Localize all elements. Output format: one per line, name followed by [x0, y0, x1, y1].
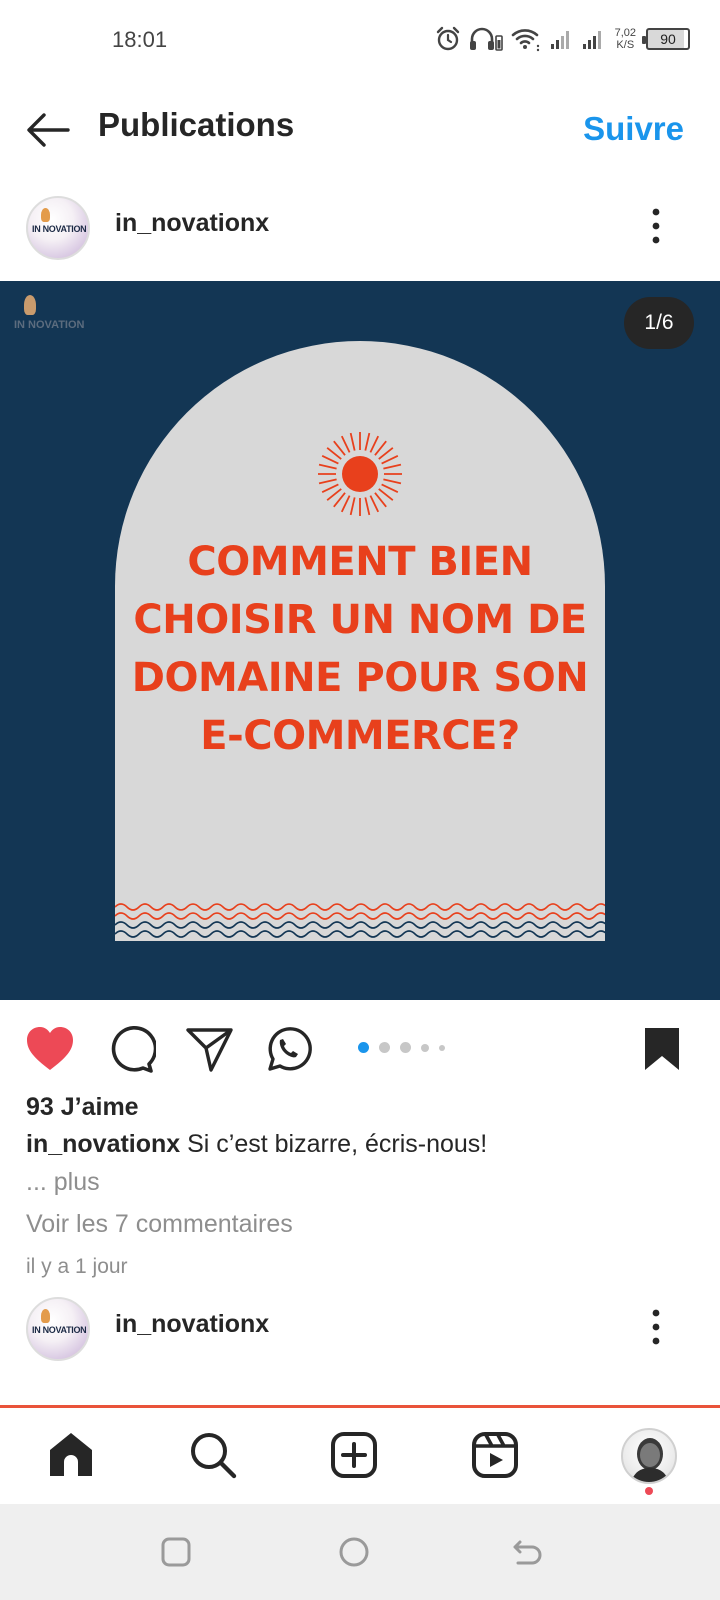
post-header: IN NOVATION in_novationx: [0, 186, 720, 266]
signal-icon: [550, 31, 569, 49]
sun-ray: [383, 478, 402, 485]
carousel-indicator: [358, 1042, 445, 1053]
view-comments-link[interactable]: Voir les 7 commentaires: [26, 1210, 293, 1239]
search-icon[interactable]: [186, 1428, 240, 1482]
carousel-dot: [400, 1042, 411, 1053]
bottom-navigation: [0, 1408, 720, 1504]
sun-ray: [381, 454, 399, 465]
sun-ray: [321, 483, 339, 494]
alarm-icon: [436, 26, 459, 51]
post-image[interactable]: IN NOVATION 1/6 COMMENT BIEN CHOISIR UN …: [0, 281, 720, 1000]
sun-ray: [349, 432, 356, 451]
reels-icon[interactable]: [468, 1428, 522, 1482]
signal-icon: [582, 31, 601, 49]
sun-ray: [364, 497, 371, 516]
carousel-dot: [358, 1042, 369, 1053]
wave-decoration: [115, 903, 605, 938]
sun-ray: [349, 497, 356, 516]
post-action-bar: [0, 1000, 720, 1096]
carousel-dot: [379, 1042, 390, 1053]
sun-ray: [340, 495, 351, 513]
sun-ray: [326, 447, 342, 460]
next-post-header: IN NOVATION in_novationx: [0, 1287, 720, 1367]
headline-line: CHOISIR UN NOM DE: [133, 597, 587, 643]
avatar-logo-text: IN NOVATION: [32, 1325, 87, 1335]
slide-counter: 1/6: [624, 297, 694, 349]
headline-line: DOMAINE POUR SON: [131, 655, 589, 701]
caption-username[interactable]: in_novationx: [26, 1130, 180, 1158]
network-speed-value: 7,02: [614, 27, 636, 39]
caption-text: Si c’est bizarre, écris-nous!: [180, 1130, 488, 1158]
carousel-dot: [439, 1044, 445, 1051]
post-headline: COMMENT BIEN CHOISIR UN NOM DE DOMAINE P…: [115, 533, 605, 765]
headline-line: COMMENT BIEN: [187, 539, 533, 585]
lightbulb-logo-icon: [24, 295, 36, 315]
post-timestamp: il y a 1 jour: [26, 1255, 128, 1278]
sun-ray: [318, 478, 337, 485]
whatsapp-icon[interactable]: [262, 1024, 314, 1074]
lightbulb-logo-icon: [41, 1309, 50, 1323]
network-speed: 7,02 K/S: [615, 27, 636, 51]
sun-ray: [340, 435, 351, 453]
sun-ray: [378, 488, 394, 501]
status-bar: 18:01 7,02 K/S 90: [0, 0, 720, 80]
back-icon[interactable]: [510, 1534, 546, 1570]
post-username[interactable]: in_novationx: [115, 1310, 269, 1339]
carousel-dot: [421, 1043, 429, 1052]
comment-icon[interactable]: [104, 1024, 156, 1074]
arrow-left-icon[interactable]: [24, 106, 72, 154]
page-title: Publications: [98, 106, 295, 143]
profile-avatar[interactable]: [621, 1428, 677, 1484]
app-header: Publications Suivre: [0, 80, 720, 178]
sun-ray: [378, 447, 394, 460]
home-icon[interactable]: [44, 1428, 98, 1482]
sun-ray: [374, 440, 387, 456]
status-icons: 7,02 K/S 90: [435, 24, 690, 54]
avatar-logo-text: IN NOVATION: [32, 224, 87, 234]
network-speed-unit: K/S: [616, 39, 635, 51]
more-options-icon[interactable]: [644, 202, 668, 250]
lightbulb-logo-icon: [41, 208, 50, 222]
android-navigation-bar: [0, 1504, 720, 1600]
post-caption: in_novationx Si c’est bizarre, écris-nou…: [26, 1130, 487, 1159]
heart-icon[interactable]: [24, 1024, 76, 1074]
sun-ray: [383, 463, 402, 470]
watermark-text: IN NOVATION: [14, 319, 85, 331]
sun-ray: [321, 454, 339, 465]
avatar[interactable]: IN NOVATION: [26, 1297, 90, 1361]
battery-icon: 90: [642, 28, 690, 50]
sun-ray: [369, 495, 380, 513]
post-username[interactable]: in_novationx: [115, 209, 269, 238]
arch-card: COMMENT BIEN CHOISIR UN NOM DE DOMAINE P…: [115, 341, 605, 941]
sun-ray: [381, 483, 399, 494]
battery-level: 90: [660, 31, 676, 47]
sun-ray: [326, 488, 342, 501]
home-circle-icon[interactable]: [336, 1534, 372, 1570]
sun-ray: [369, 435, 380, 453]
sun-ray: [364, 432, 371, 451]
sun-icon: [318, 432, 402, 516]
recents-icon[interactable]: [158, 1534, 194, 1570]
headline-line: E-COMMERCE?: [200, 713, 520, 759]
profile-photo: [631, 1438, 669, 1482]
sun-ray: [318, 463, 337, 470]
sun-ray: [333, 492, 346, 508]
share-icon[interactable]: [184, 1024, 236, 1074]
sun-ray: [333, 440, 346, 456]
sun-core: [342, 456, 378, 492]
likes-count[interactable]: 93 J’aime: [26, 1093, 139, 1122]
headphones-icon: [469, 27, 503, 51]
sun-ray: [374, 492, 387, 508]
bookmark-icon[interactable]: [636, 1024, 688, 1074]
wifi-icon: [511, 29, 539, 52]
notification-dot: [645, 1487, 653, 1495]
more-options-icon[interactable]: [644, 1303, 668, 1351]
create-icon[interactable]: [327, 1428, 381, 1482]
follow-button[interactable]: Suivre: [583, 110, 684, 148]
status-time: 18:01: [112, 27, 168, 52]
avatar[interactable]: IN NOVATION: [26, 196, 90, 260]
caption-more-link[interactable]: ... plus: [26, 1168, 100, 1197]
